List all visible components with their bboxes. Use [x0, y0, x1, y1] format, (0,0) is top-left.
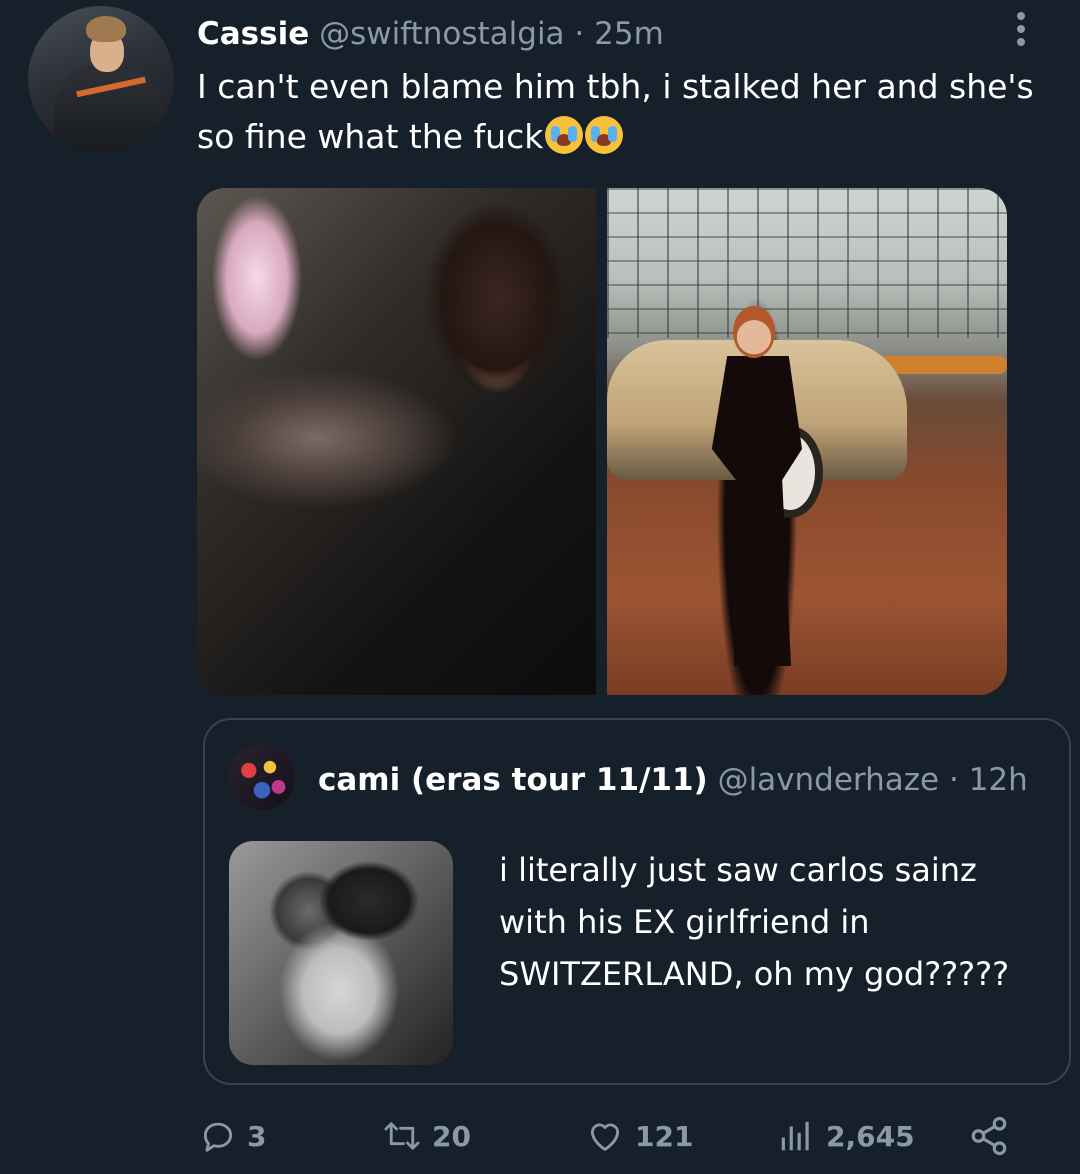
avatar-hair [86, 16, 126, 42]
share-button[interactable] [968, 1108, 1020, 1164]
media-photo-2[interactable] [607, 188, 1007, 695]
retweet-button[interactable]: 20 [382, 1108, 471, 1164]
reply-count: 3 [247, 1119, 267, 1153]
media-photo-1[interactable] [197, 188, 596, 695]
crying-face-emoji-icon [585, 116, 624, 154]
black-dress [711, 356, 802, 666]
author-avatar[interactable] [28, 6, 174, 152]
views-button[interactable]: 2,645 [776, 1108, 915, 1164]
woman-figure [703, 306, 813, 666]
author-name[interactable]: Cassie [197, 16, 309, 52]
quoted-author-name: cami (eras tour 11/11) [318, 762, 708, 798]
quoted-media-thumbnail [229, 841, 453, 1065]
reply-button[interactable]: 3 [199, 1108, 266, 1164]
view-count: 2,645 [826, 1119, 915, 1153]
crying-face-emoji-icon [545, 116, 584, 154]
retweet-count: 20 [432, 1119, 471, 1153]
heart-icon [590, 1123, 620, 1151]
quoted-header-separator: · [948, 762, 959, 798]
quoted-author-handle: @lavnderhaze [717, 762, 940, 798]
like-button[interactable]: 121 [585, 1108, 693, 1164]
retweet-icon [384, 1122, 420, 1150]
tweet-media [197, 188, 1007, 695]
reply-icon [203, 1122, 233, 1152]
author-handle[interactable]: @swiftnostalgia [319, 16, 564, 52]
tweet[interactable]: Cassie @swiftnostalgia · 25m I can't eve… [0, 0, 1080, 1174]
quoted-tweet-text: i literally just saw carlos sainz with h… [499, 851, 1010, 993]
header-separator: · [574, 16, 585, 52]
like-count: 121 [635, 1119, 694, 1153]
more-options-icon[interactable] [1010, 12, 1032, 48]
tweet-actions: 3 20 121 2,645 [0, 1108, 1080, 1164]
analytics-icon [781, 1121, 809, 1151]
quoted-tweet-time: 12h [968, 762, 1028, 798]
tweet-time[interactable]: 25m [594, 16, 664, 52]
share-icon [971, 1116, 1007, 1156]
tweet-header: Cassie @swiftnostalgia · 25m [197, 14, 664, 54]
quoted-tweet[interactable]: cami (eras tour 11/11) @lavnderhaze · 12… [203, 718, 1071, 1085]
avatar-figure [54, 70, 164, 152]
tweet-text: I can't even blame him tbh, i stalked he… [197, 62, 1047, 162]
quoted-author-avatar [229, 744, 295, 810]
woman-head [733, 306, 775, 358]
quoted-tweet-header: cami (eras tour 11/11) @lavnderhaze · 12… [318, 760, 1028, 800]
